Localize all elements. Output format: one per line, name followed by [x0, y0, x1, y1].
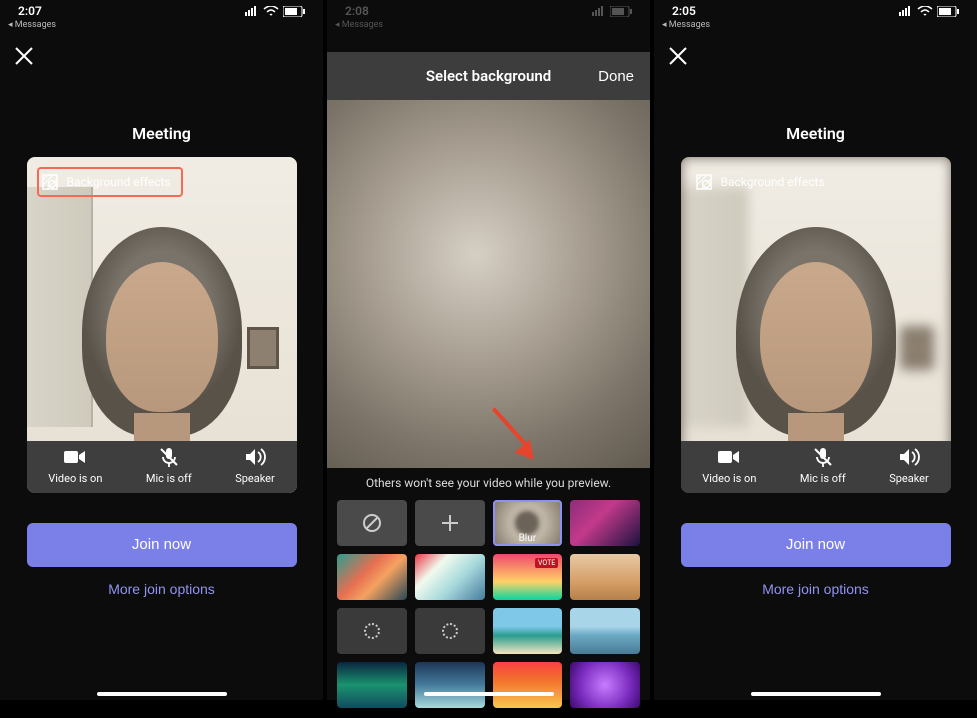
sheet-header: Select background Done — [327, 52, 650, 100]
mic-toggle[interactable]: Mic is off — [800, 446, 846, 485]
more-join-options-link[interactable]: More join options — [108, 581, 215, 597]
wifi-icon — [263, 6, 279, 16]
status-bar: 2:05 — [654, 0, 977, 20]
battery-icon — [610, 6, 632, 17]
background-preview — [327, 100, 650, 468]
status-right-icons — [899, 6, 959, 17]
page-title: Meeting — [0, 124, 323, 143]
video-preview-blurred: Background effects Video is on Mic is of… — [681, 157, 951, 493]
background-option-sunset[interactable] — [493, 662, 563, 708]
video-preview: Background effects Video is on Mic is of… — [27, 157, 297, 493]
background-option-aurora[interactable] — [337, 662, 407, 708]
more-join-options-link[interactable]: More join options — [762, 581, 869, 597]
phone-prejoin-2: 2:05 ◂ Messages Meeting Background effec… — [654, 0, 977, 700]
status-time: 2:08 — [345, 4, 369, 18]
video-toggle[interactable]: Video is on — [48, 446, 102, 485]
home-indicator[interactable] — [424, 692, 554, 696]
status-right-icons — [592, 6, 632, 17]
background-option-nebula[interactable] — [570, 662, 640, 708]
video-toggle[interactable]: Video is on — [702, 446, 756, 485]
status-bar-dimmed: 2:08 — [327, 0, 650, 20]
wifi-icon — [917, 6, 933, 16]
signal-icon — [592, 6, 606, 16]
close-icon[interactable] — [654, 30, 702, 66]
speaker-label: Speaker — [889, 472, 929, 485]
background-option-desert[interactable] — [570, 554, 640, 600]
background-option-vote[interactable] — [493, 554, 563, 600]
speaker-label: Speaker — [235, 472, 275, 485]
phone-prejoin-1: 2:07 ◂ Messages Meeting Background effec… — [0, 0, 323, 700]
join-now-button[interactable]: Join now — [27, 523, 297, 567]
background-grid: Blur — [327, 500, 650, 718]
mic-off-icon — [156, 446, 182, 468]
done-button[interactable]: Done — [598, 68, 634, 85]
battery-icon — [937, 6, 959, 17]
spinner-icon — [364, 623, 380, 639]
background-option-lake[interactable] — [570, 608, 640, 654]
blur-label: Blur — [493, 533, 563, 544]
back-to-messages[interactable]: ◂ Messages — [654, 20, 977, 30]
mic-off-icon — [810, 446, 836, 468]
background-option-abstract-1[interactable] — [337, 554, 407, 600]
background-effects-label: Background effects — [721, 175, 825, 189]
background-option-none[interactable] — [337, 500, 407, 546]
plus-icon — [440, 513, 460, 533]
annotation-arrow-head — [515, 440, 542, 467]
video-on-icon — [62, 446, 88, 468]
background-option-loading-2[interactable] — [415, 608, 485, 654]
background-option-abstract-2[interactable] — [415, 554, 485, 600]
page-title: Meeting — [654, 124, 977, 143]
background-option-blur[interactable]: Blur — [493, 500, 563, 546]
status-right-icons — [245, 6, 305, 17]
speaker-icon — [242, 446, 268, 468]
home-indicator[interactable] — [97, 692, 227, 696]
preview-hint: Others won't see your video while you pr… — [327, 468, 650, 500]
audio-output-toggle[interactable]: Speaker — [889, 446, 929, 485]
video-on-icon — [716, 446, 742, 468]
home-indicator[interactable] — [751, 692, 881, 696]
mic-label: Mic is off — [146, 472, 192, 485]
background-option-beach[interactable] — [493, 608, 563, 654]
av-controls: Video is on Mic is off Speaker — [27, 446, 297, 485]
background-effects-button[interactable]: Background effects — [691, 167, 833, 197]
sheet-title: Select background — [426, 67, 551, 85]
speaker-icon — [896, 446, 922, 468]
mic-toggle[interactable]: Mic is off — [146, 446, 192, 485]
av-controls: Video is on Mic is off Speaker — [681, 446, 951, 485]
audio-output-toggle[interactable]: Speaker — [235, 446, 275, 485]
video-label: Video is on — [702, 472, 756, 485]
status-bar: 2:07 — [0, 0, 323, 20]
back-to-messages[interactable]: ◂ Messages — [0, 20, 323, 30]
mic-label: Mic is off — [800, 472, 846, 485]
spinner-icon — [442, 623, 458, 639]
join-now-button[interactable]: Join now — [681, 523, 951, 567]
phone-select-background: 2:08 ◂ Messages Select background Done O… — [327, 0, 650, 700]
blur-icon — [515, 511, 539, 535]
background-option-wave[interactable] — [415, 662, 485, 708]
background-effects-button[interactable]: Background effects — [37, 167, 183, 197]
background-option-loading-1[interactable] — [337, 608, 407, 654]
close-icon[interactable] — [0, 30, 48, 66]
signal-icon — [245, 6, 259, 16]
signal-icon — [899, 6, 913, 16]
none-icon — [361, 512, 383, 534]
background-option-add[interactable] — [415, 500, 485, 546]
status-time: 2:07 — [18, 4, 42, 18]
back-to-messages-dimmed: ◂ Messages — [327, 20, 650, 30]
background-effects-icon — [41, 173, 59, 191]
video-label: Video is on — [48, 472, 102, 485]
background-effects-label: Background effects — [67, 175, 171, 189]
battery-icon — [283, 6, 305, 17]
background-option-lanterns[interactable] — [570, 500, 640, 546]
status-time: 2:05 — [672, 4, 696, 18]
background-effects-icon — [695, 173, 713, 191]
